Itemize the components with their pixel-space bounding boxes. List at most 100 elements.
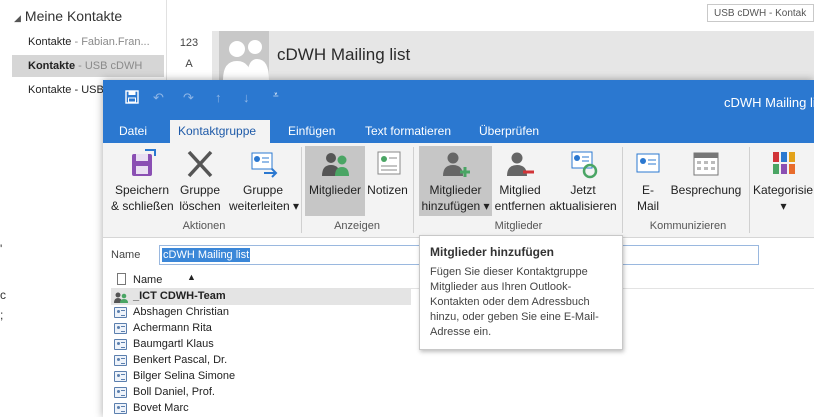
folder-sub: - USB cDWH [75, 60, 143, 72]
calendar-icon [689, 148, 723, 180]
member-name: Achermann Rita [133, 322, 212, 334]
add-members-tooltip: Mitglieder hinzufügen Fügen Sie dieser K… [419, 235, 623, 350]
member-row[interactable]: Bilger Selina Simone [111, 369, 411, 385]
member-row[interactable]: _ICT CDWH-Team [111, 289, 411, 305]
member-name: Benkert Pascal, Dr. [133, 354, 228, 366]
window-title: cDWH Mailing li [724, 95, 814, 110]
next-item-icon[interactable]: ↓ [243, 90, 250, 105]
categorize-dropdown: ▾ [780, 199, 787, 213]
member-row[interactable]: Bovet Marc [111, 401, 411, 417]
folder-name: Kontakte [28, 36, 72, 48]
categorize-label: Kategorisie [753, 183, 814, 197]
my-contacts-section[interactable]: ◢ Meine Kontakte [14, 8, 122, 24]
save-close-button[interactable]: Speichern & schließen [111, 146, 174, 216]
member-row[interactable]: Baumgartl Klaus [111, 337, 411, 353]
member-name: Abshagen Christian [133, 306, 230, 318]
forward-group-label: weiterleiten ▾ [229, 199, 300, 213]
sort-ascending-icon: ▲ [187, 272, 196, 282]
document-icon [117, 273, 126, 285]
save-close-label: Speichern [114, 183, 170, 197]
previous-item-icon[interactable]: ↑ [215, 90, 222, 105]
search-contacts-input[interactable]: USB cDWH - Kontak [707, 4, 814, 22]
tooltip-body: Fügen Sie dieser Kontaktgruppe Mitgliede… [430, 266, 599, 338]
contact-card-icon [114, 371, 127, 382]
notes-button[interactable]: Notizen [366, 146, 409, 216]
ribbon: Speichern & schließen Gruppe löschen Gru… [103, 143, 814, 238]
contact-card-icon [114, 403, 127, 414]
members-view-button[interactable]: Mitglieder [305, 146, 365, 216]
tab-datei[interactable]: Datei [111, 120, 155, 143]
add-members-label: Mitglieder [429, 183, 482, 197]
contact-card-title: cDWH Mailing list [277, 45, 411, 64]
tab-kontaktgruppe[interactable]: Kontaktgruppe [170, 120, 270, 143]
update-icon [566, 148, 600, 180]
remove-member-icon [503, 148, 537, 180]
add-members-label: hinzufügen ▾ [421, 199, 490, 213]
forward-group-button[interactable]: Gruppe weiterleiten ▾ [229, 146, 300, 216]
member-name: Bilger Selina Simone [133, 370, 236, 382]
contact-card-icon [114, 355, 127, 366]
group-label-kommunizieren: Kommunizieren [649, 220, 727, 232]
ribbon-separator [301, 147, 302, 233]
ribbon-tabs: Datei Kontaktgruppe Einfügen Text format… [103, 120, 814, 143]
meeting-label: Besprechung [670, 183, 742, 197]
group-label-aktionen: Aktionen [182, 220, 226, 232]
delete-group-label: löschen [179, 199, 221, 213]
remove-member-button[interactable]: Mitglied entfernen [494, 146, 546, 216]
member-row[interactable]: Abshagen Christian [111, 305, 411, 321]
delete-group-button[interactable]: Gruppe löschen [176, 146, 224, 216]
tab-text-formatieren[interactable]: Text formatieren [357, 120, 459, 143]
categorize-button[interactable]: Kategorisie ▾ [753, 146, 814, 216]
group-members-icon [114, 292, 128, 303]
column-header-name[interactable]: Name [133, 274, 162, 286]
contact-card-icon [114, 339, 127, 350]
save-close-label: & schließen [111, 199, 174, 213]
member-row[interactable]: Achermann Rita [111, 321, 411, 337]
contacts-folder-item-selected[interactable]: Kontakte - USB cDWH [12, 55, 164, 77]
member-row[interactable]: Boll Daniel, Prof. [111, 385, 411, 401]
title-bar: ↶ ↷ ↑ ↓ ⩡ cDWH Mailing li [103, 80, 814, 120]
index-letter[interactable]: A [166, 58, 212, 70]
contacts-folder-item[interactable]: Kontakte - Fabian.Fran... [12, 31, 164, 53]
tab-einfuegen[interactable]: Einfügen [280, 120, 343, 143]
edge-text: ; [0, 308, 4, 322]
folder-name: Kontakte [28, 60, 76, 72]
member-name: Bovet Marc [133, 402, 189, 414]
customize-qat-icon[interactable]: ⩡ [273, 90, 279, 101]
add-member-icon [439, 148, 473, 180]
notes-label: Notizen [367, 183, 408, 197]
delete-group-label: Gruppe [179, 183, 221, 197]
member-name: _ICT CDWH-Team [133, 290, 226, 302]
redo-icon[interactable]: ↷ [183, 90, 194, 106]
collapse-triangle-icon[interactable]: ◢ [14, 13, 21, 23]
add-members-button[interactable]: Mitglieder hinzufügen ▾ [419, 146, 492, 216]
undo-icon[interactable]: ↶ [153, 90, 164, 106]
remove-member-label: entfernen [494, 199, 546, 213]
meeting-button[interactable]: Besprechung [670, 146, 742, 216]
edge-text: ' [0, 242, 3, 256]
save-icon[interactable] [125, 90, 139, 107]
section-title: Meine Kontakte [24, 8, 123, 24]
contact-card-icon [114, 307, 127, 318]
members-view-label: Mitglieder [308, 183, 362, 197]
member-name: Boll Daniel, Prof. [133, 386, 215, 398]
remove-member-label: Mitglied [499, 183, 541, 197]
edge-text: c [0, 288, 6, 302]
group-label-anzeigen: Anzeigen [334, 220, 380, 232]
update-now-label: aktualisieren [549, 199, 617, 213]
members-icon [318, 148, 352, 180]
email-label: Mail [636, 199, 659, 213]
contact-card-icon [114, 323, 127, 334]
update-now-button[interactable]: Jetzt aktualisieren [548, 146, 618, 216]
people-icon [223, 40, 269, 80]
tab-ueberpruefen[interactable]: Überprüfen [471, 120, 547, 143]
categorize-icon [767, 148, 801, 180]
email-button[interactable]: E- Mail [628, 146, 668, 216]
tooltip-title: Mitglieder hinzufügen [430, 245, 554, 259]
index-letter[interactable]: 123 [166, 37, 212, 49]
folder-sub: - Fabian.Fran... [71, 36, 150, 48]
email-contact-icon [631, 148, 665, 180]
notes-icon [371, 148, 405, 180]
save-close-icon [125, 148, 159, 180]
member-row[interactable]: Benkert Pascal, Dr. [111, 353, 411, 369]
